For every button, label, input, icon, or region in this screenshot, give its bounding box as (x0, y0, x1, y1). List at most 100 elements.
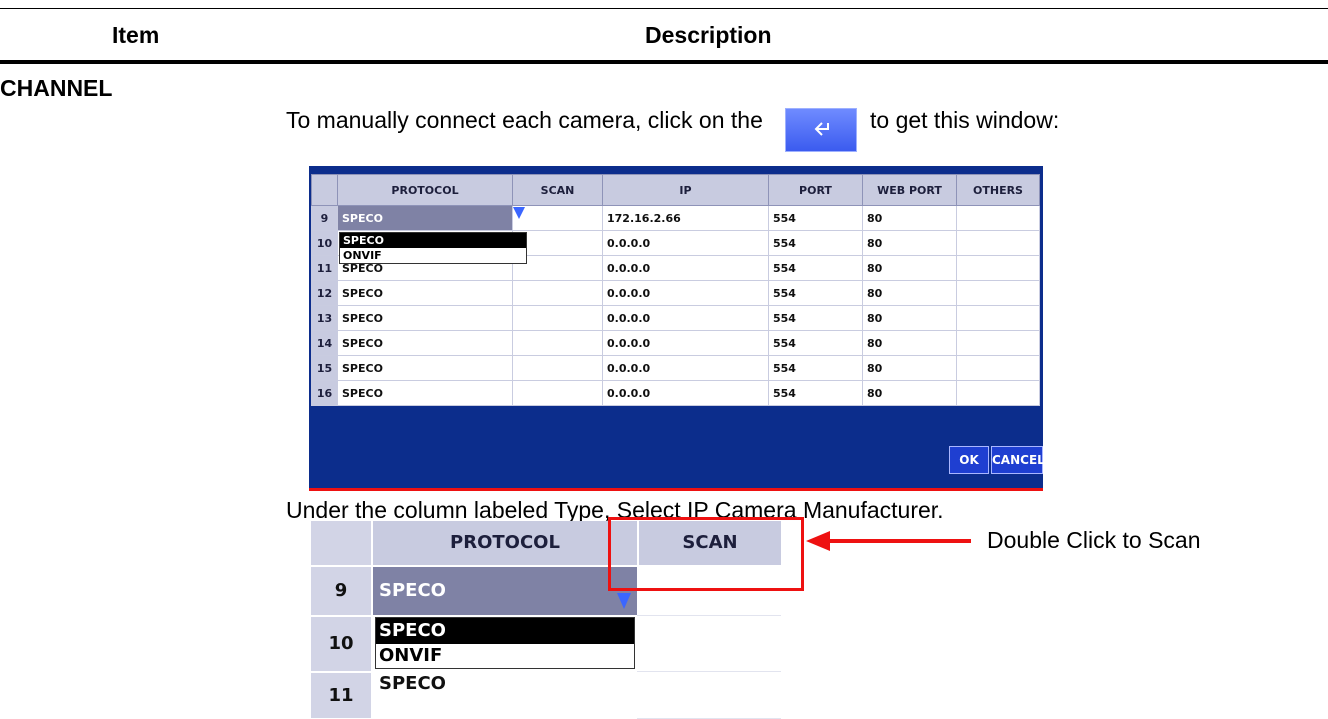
port-cell[interactable]: 554 (768, 205, 863, 231)
protocol-cell[interactable]: SPECO (337, 305, 513, 331)
section-label: CHANNEL (0, 75, 113, 101)
row-number: 14 (311, 330, 338, 356)
dropdown-option-speco[interactable]: SPECO (340, 233, 526, 248)
column-header-item: Item (112, 22, 160, 48)
zoom-row-number: 11 (311, 673, 371, 718)
zoom-dropdown-list[interactable]: SPECO ONVIF (375, 617, 635, 669)
others-cell[interactable] (956, 230, 1040, 256)
scan-cell[interactable] (512, 380, 603, 406)
ip-cell[interactable]: 0.0.0.0 (602, 330, 769, 356)
scan-highlight-box (608, 517, 804, 591)
enter-return-icon (814, 122, 829, 136)
zoom-dropdown-arrow-icon[interactable] (617, 593, 631, 609)
intro-text-before: To manually connect each camera, click o… (286, 107, 763, 133)
port-cell[interactable]: 554 (768, 380, 863, 406)
table-row[interactable]: 13 SPECO 0.0.0.0 554 80 (311, 305, 1040, 331)
scan-cell[interactable] (512, 280, 603, 306)
ip-cell[interactable]: 0.0.0.0 (602, 280, 769, 306)
table-row[interactable]: 15 SPECO 0.0.0.0 554 80 (311, 355, 1040, 381)
others-cell[interactable] (956, 205, 1040, 231)
zoom-option-speco[interactable]: SPECO (376, 618, 634, 644)
ip-cell[interactable]: 0.0.0.0 (602, 305, 769, 331)
zoom-row-number: 10 (311, 617, 371, 671)
col-header-others: OTHERS (956, 174, 1040, 206)
row-number: 13 (311, 305, 338, 331)
col-header-scan[interactable]: SCAN (512, 174, 603, 206)
protocol-dropdown-list[interactable]: SPECO ONVIF (339, 232, 527, 264)
others-cell[interactable] (956, 330, 1040, 356)
annotation-text: Double Click to Scan (987, 527, 1201, 553)
zoom-header-num (311, 521, 371, 565)
web-port-cell[interactable]: 80 (862, 380, 957, 406)
col-header-protocol[interactable]: PROTOCOL (337, 174, 513, 206)
enter-button-image (785, 108, 857, 152)
others-cell[interactable] (956, 380, 1040, 406)
zoom-protocol-select[interactable]: SPECO (373, 567, 637, 615)
col-header-ip: IP (602, 174, 769, 206)
table-row[interactable]: 16 SPECO 0.0.0.0 554 80 (311, 380, 1040, 406)
web-port-cell[interactable]: 80 (862, 230, 957, 256)
col-header-web-port: WEB PORT (862, 174, 957, 206)
row-number: 10 (311, 230, 338, 256)
col-header-port: PORT (768, 174, 863, 206)
web-port-cell[interactable]: 80 (862, 355, 957, 381)
ip-cell[interactable]: 0.0.0.0 (602, 380, 769, 406)
port-cell[interactable]: 554 (768, 280, 863, 306)
dropdown-arrow-icon[interactable] (513, 207, 525, 219)
table-row[interactable]: 12 SPECO 0.0.0.0 554 80 (311, 280, 1040, 306)
web-port-cell[interactable]: 80 (862, 255, 957, 281)
camera-table: PROTOCOL SCAN IP PORT WEB PORT OTHERS 9 … (311, 174, 1040, 406)
intro-text-after: to get this window: (870, 107, 1060, 133)
zoom-option-onvif[interactable]: ONVIF (376, 644, 634, 668)
web-port-cell[interactable]: 80 (862, 305, 957, 331)
port-cell[interactable]: 554 (768, 355, 863, 381)
protocol-cell[interactable]: SPECO (337, 380, 513, 406)
zoom-row-number: 9 (311, 567, 371, 615)
others-cell[interactable] (956, 280, 1040, 306)
row-number: 15 (311, 355, 338, 381)
others-cell[interactable] (956, 255, 1040, 281)
row-number: 12 (311, 280, 338, 306)
row-number: 11 (311, 255, 338, 281)
protocol-select[interactable]: SPECO (337, 205, 513, 231)
pointer-arrow-icon (806, 531, 971, 551)
scan-cell[interactable] (512, 205, 603, 231)
table-row[interactable]: 14 SPECO 0.0.0.0 554 80 (311, 330, 1040, 356)
dropdown-option-onvif[interactable]: ONVIF (340, 248, 526, 263)
others-cell[interactable] (956, 305, 1040, 331)
zoom-scan-cell[interactable] (637, 617, 781, 672)
web-port-cell[interactable]: 80 (862, 205, 957, 231)
row-number: 9 (311, 205, 338, 231)
web-port-cell[interactable]: 80 (862, 280, 957, 306)
zoom-scan-cell[interactable] (637, 673, 781, 719)
protocol-cell[interactable]: SPECO (337, 330, 513, 356)
others-cell[interactable] (956, 355, 1040, 381)
column-header-description: Description (645, 22, 772, 48)
ip-cell[interactable]: 172.16.2.66 (602, 205, 769, 231)
scan-cell[interactable] (512, 355, 603, 381)
row-number: 16 (311, 380, 338, 406)
zoom-protocol-cell[interactable]: SPECO (373, 671, 637, 701)
scan-cell[interactable] (512, 330, 603, 356)
col-header-num (311, 174, 338, 206)
protocol-cell[interactable]: SPECO (337, 355, 513, 381)
ip-cell[interactable]: 0.0.0.0 (602, 255, 769, 281)
port-cell[interactable]: 554 (768, 255, 863, 281)
top-rule (0, 8, 1328, 9)
ip-cell[interactable]: 0.0.0.0 (602, 355, 769, 381)
protocol-cell[interactable]: SPECO (337, 280, 513, 306)
port-cell[interactable]: 554 (768, 330, 863, 356)
ok-button[interactable]: OK (949, 446, 989, 474)
header-rule (0, 60, 1328, 64)
port-cell[interactable]: 554 (768, 230, 863, 256)
table-header-row: PROTOCOL SCAN IP PORT WEB PORT OTHERS (311, 174, 1040, 206)
cancel-button[interactable]: CANCEL (991, 446, 1045, 474)
web-port-cell[interactable]: 80 (862, 330, 957, 356)
scan-cell[interactable] (512, 305, 603, 331)
zoom-header-protocol: PROTOCOL (373, 521, 637, 565)
camera-setup-dialog: PROTOCOL SCAN IP PORT WEB PORT OTHERS 9 … (309, 166, 1045, 488)
table-row[interactable]: 9 SPECO 172.16.2.66 554 80 (311, 205, 1040, 231)
ip-cell[interactable]: 0.0.0.0 (602, 230, 769, 256)
port-cell[interactable]: 554 (768, 305, 863, 331)
dialog-underline (309, 488, 1043, 491)
